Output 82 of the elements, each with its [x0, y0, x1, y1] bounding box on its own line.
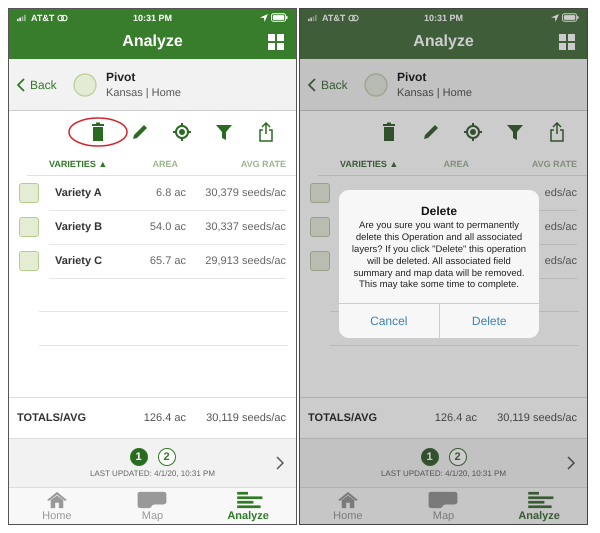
map-shape-icon: [135, 491, 170, 509]
varieties-column-header[interactable]: VARIETIES ▲: [49, 159, 116, 169]
location-icon: [551, 14, 559, 22]
total-area: 126.4 ac: [407, 412, 477, 424]
map-shape-icon: [426, 491, 460, 509]
last-updated-text: LAST UPDATED: 4/1/20, 10:31 PM: [380, 469, 506, 478]
tab-button[interactable]: Map: [117, 488, 188, 524]
screen-title: Analyze: [122, 33, 183, 51]
rate-value: eds/ac: [544, 186, 577, 198]
screen-title: Analyze: [413, 33, 474, 51]
signal-icon: [17, 14, 28, 22]
rate-value: 29,913 seeds/ac: [205, 254, 286, 266]
link-icon: [57, 14, 68, 22]
link-icon: [348, 14, 360, 22]
field-location: Kansas | Home: [106, 87, 182, 99]
rate-value: eds/ac: [544, 254, 577, 266]
totals-label: TOTALS/AVG: [308, 412, 378, 424]
grid-icon[interactable]: [559, 34, 575, 50]
signal-icon: [308, 14, 319, 22]
field-name: Pivot: [106, 70, 136, 84]
dialog-button[interactable]: Delete: [438, 304, 539, 338]
tab-button[interactable]: Analyze: [213, 488, 284, 524]
pencil-icon[interactable]: [421, 122, 441, 142]
variety-color-swatch: [19, 251, 39, 271]
area-column-header[interactable]: AREA: [116, 159, 186, 169]
area-value: 54.0 ac: [150, 220, 186, 232]
variety-color-swatch: [19, 183, 39, 203]
tab-button[interactable]: Home: [22, 488, 92, 524]
grid-icon[interactable]: [268, 34, 284, 50]
page-indicator[interactable]: 2: [448, 448, 466, 466]
dialog-message: Are you sure you want to permanently delete this Operation and all associated layers? If you click "Delete" this operation will be deleted. All associated field summary and map data will be removed. This may take some time to complete.: [350, 219, 528, 292]
dialog-title: Delete: [420, 204, 458, 218]
clock-time: 10:31 PM: [132, 12, 172, 22]
variety-color-swatch: [19, 217, 39, 237]
target-icon[interactable]: [463, 122, 483, 142]
battery-icon: [562, 13, 579, 22]
rate-column-header[interactable]: AVG RATE: [186, 159, 286, 169]
back-button[interactable]: Back: [9, 78, 73, 92]
variety-color-swatch: [310, 183, 330, 203]
variety-color-swatch: [310, 217, 330, 237]
tab-button[interactable]: Map: [408, 488, 478, 524]
next-chevron-icon[interactable]: [567, 456, 575, 470]
variety-name: Variety C: [55, 254, 102, 266]
page-indicator[interactable]: 2: [158, 448, 176, 466]
page-indicator[interactable]: 1: [130, 448, 148, 466]
back-button[interactable]: Back: [300, 78, 364, 92]
tab-button[interactable]: Home: [312, 488, 383, 524]
house-icon: [46, 491, 68, 509]
rate-value: eds/ac: [544, 220, 577, 232]
varieties-column-header[interactable]: VARIETIES ▲: [340, 159, 407, 169]
average-rate: 30,119 seeds/ac: [496, 412, 577, 424]
dialog-button[interactable]: Cancel: [339, 304, 438, 338]
carrier-name: AT&T: [31, 12, 54, 22]
target-icon[interactable]: [172, 122, 192, 142]
area-value: 6.8 ac: [156, 186, 186, 198]
field-circle-icon: [364, 72, 388, 96]
average-rate: 30,119 seeds/ac: [205, 412, 286, 424]
house-icon: [336, 491, 359, 509]
back-chevron-icon: [308, 78, 316, 92]
area-value: 65.7 ac: [150, 254, 186, 266]
rate-value: 30,379 seeds/ac: [205, 186, 286, 198]
battery-icon: [271, 13, 288, 22]
tab-button[interactable]: Analyze: [504, 488, 574, 524]
carrier-name: AT&T: [322, 12, 346, 22]
pencil-icon[interactable]: [130, 122, 150, 142]
filter-icon[interactable]: [505, 122, 525, 142]
filter-icon[interactable]: [214, 122, 234, 142]
location-icon: [260, 14, 268, 22]
next-chevron-icon[interactable]: [276, 456, 284, 470]
field-name: Pivot: [397, 70, 428, 84]
rate-value: 30,337 seeds/ac: [205, 220, 286, 232]
field-location: Kansas | Home: [397, 87, 472, 99]
totals-label: TOTALS/AVG: [17, 412, 88, 424]
back-chevron-icon: [17, 78, 25, 92]
clock-time: 10:31 PM: [424, 12, 464, 22]
variety-name: Variety A: [55, 186, 102, 198]
total-area: 126.4 ac: [116, 412, 186, 424]
last-updated-text: LAST UPDATED: 4/1/20, 10:31 PM: [90, 469, 216, 478]
variety-name: Variety B: [55, 220, 102, 232]
variety-color-swatch: [310, 251, 330, 271]
page-indicator[interactable]: 1: [420, 448, 438, 466]
field-circle-icon: [73, 72, 97, 96]
